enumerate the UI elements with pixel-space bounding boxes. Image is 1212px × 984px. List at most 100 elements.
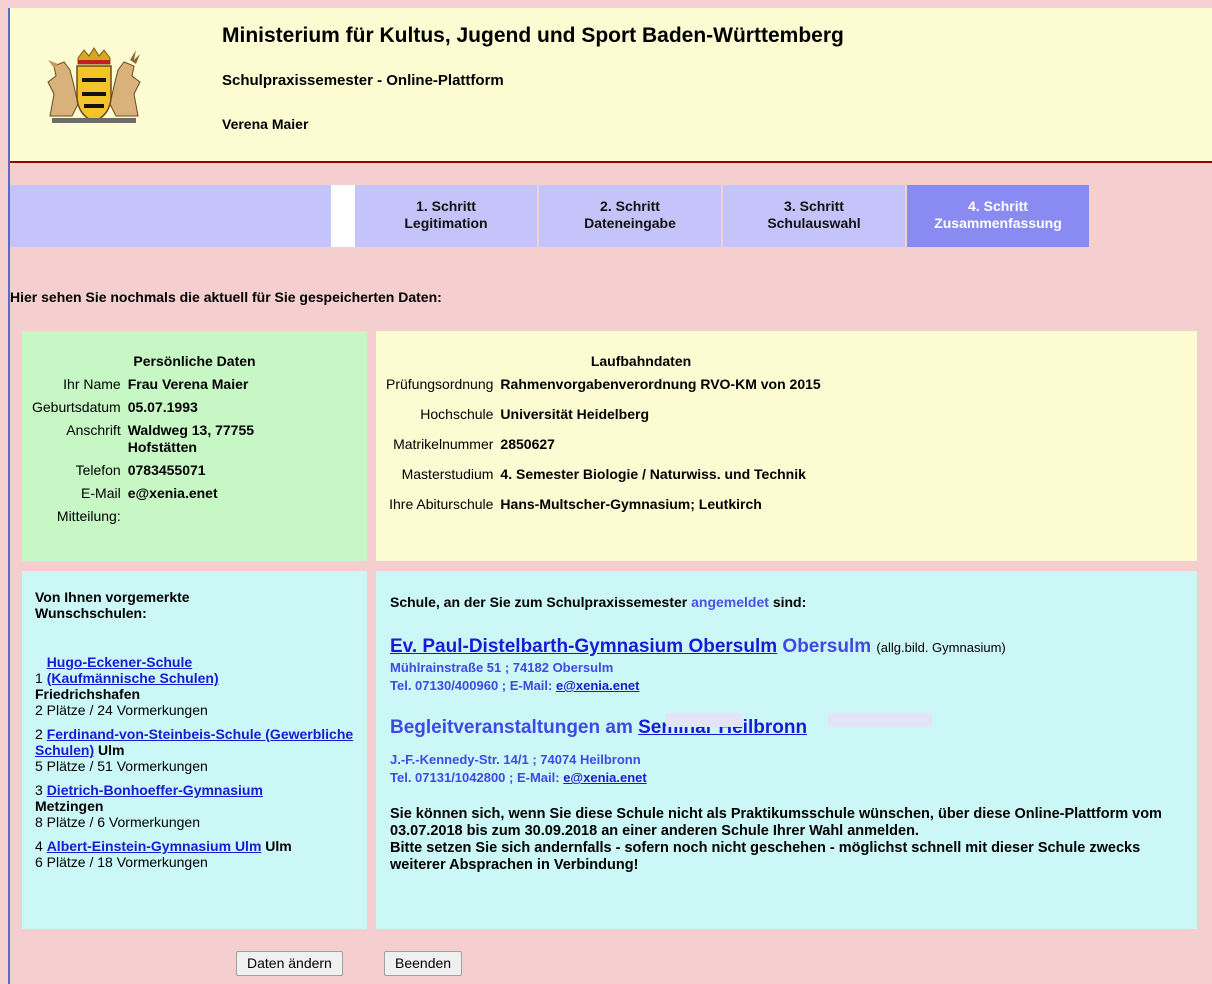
- wish-school-link-4[interactable]: Albert-Einstein-Gymnasium Ulm: [47, 838, 262, 854]
- value-phone: 0783455071: [127, 462, 206, 478]
- tab-step-3-number: 3. Schritt: [784, 198, 844, 214]
- change-school-notice: Sie können sich, wenn Sie diese Schule n…: [390, 806, 1180, 874]
- wish-schools-title: Von Ihnen vorgemerkte Wunschschulen:: [35, 589, 190, 621]
- assigned-school-heading: Ev. Paul-Distelbarth-Gymnasium Obersulm …: [390, 636, 1006, 658]
- wish-school-stats: 6 Plätze / 18 Vormerkungen: [35, 854, 208, 870]
- value-master: 4. Semester Biologie / Naturwiss. und Te…: [500, 466, 806, 482]
- tab-step-1[interactable]: 1. Schritt Legitimation: [355, 185, 537, 247]
- redaction-mask: [666, 713, 742, 727]
- value-email: e@xenia.enet: [127, 485, 218, 501]
- career-row-matriculation: Matrikelnummer 2850627: [384, 426, 823, 456]
- label-name: Ihr Name: [63, 376, 121, 392]
- label-highschool: Ihre Abiturschule: [389, 496, 494, 512]
- platform-subtitle: Schulpraxissemester - Online-Plattform: [222, 72, 504, 89]
- wish-number: 1: [35, 670, 43, 686]
- seminar-email-link[interactable]: e@xenia.enet: [563, 770, 647, 785]
- tab-step-3[interactable]: 3. Schritt Schulauswahl: [723, 185, 905, 247]
- assigned-school-contact: Tel. 07130/400960 ; E-Mail: e@xenia.enet: [390, 677, 639, 694]
- tab-step-1-label: Legitimation: [404, 215, 488, 231]
- tab-step-4[interactable]: 4. Schritt Zusammenfassung: [907, 185, 1089, 247]
- wish-school-stats: 5 Plätze / 51 Vormerkungen: [35, 758, 208, 774]
- wish-school-stats: 8 Plätze / 6 Vormerkungen: [35, 814, 200, 830]
- career-data-panel: Laufbahndaten Prüfungsordnung Rahmenvorg…: [376, 331, 1197, 561]
- career-data-title: Laufbahndaten: [590, 353, 692, 369]
- career-row-university: Hochschule Universität Heidelberg: [384, 396, 823, 426]
- wish-school-link-2[interactable]: Ferdinand-von-Steinbeis-Schule (Gewerbli…: [35, 726, 353, 758]
- value-matriculation: 2850627: [500, 436, 555, 452]
- notice-contact: Bitte setzen Sie sich andernfalls - sofe…: [390, 840, 1141, 873]
- intro-before: Schule, an der Sie zum Schulpraxissemest…: [390, 594, 688, 610]
- personal-data-table: Ihr Name Frau Verena Maier Geburtsdatum …: [30, 373, 296, 528]
- assigned-school-panel: Schule, an der Sie zum Schulpraxissemest…: [376, 571, 1197, 929]
- wish-number: 2: [35, 726, 43, 742]
- seminar-prefix: Begleitveranstaltungen am: [390, 717, 633, 738]
- wish-school-city: Metzingen: [35, 798, 104, 814]
- ministry-title: Ministerium für Kultus, Jugend und Sport…: [222, 24, 844, 47]
- tab-step-4-number: 4. Schritt: [968, 198, 1028, 214]
- intro-after: sind:: [772, 594, 807, 610]
- seminar-phone: Tel. 07131/1042800 ; E-Mail:: [390, 770, 560, 785]
- value-exam-regulation: Rahmenvorgabenverordnung RVO-KM von 2015: [500, 376, 821, 392]
- list-item: 2 Ferdinand-von-Steinbeis-Schule (Gewerb…: [35, 726, 355, 774]
- personal-row-email: E-Mail e@xenia.enet: [30, 482, 296, 505]
- value-university: Universität Heidelberg: [500, 406, 650, 422]
- list-item: 3 Dietrich-Bonhoeffer-Gymnasium Metzinge…: [35, 782, 355, 830]
- label-exam-regulation: Prüfungsordnung: [386, 376, 494, 392]
- label-message: Mitteilung:: [56, 508, 121, 524]
- notice-registration: Sie können sich, wenn Sie diese Schule n…: [390, 806, 1162, 839]
- header: Ministerium für Kultus, Jugend und Sport…: [10, 8, 1212, 163]
- quit-button[interactable]: Beenden: [384, 951, 463, 976]
- value-message: [126, 505, 296, 528]
- value-name: Frau Verena Maier: [127, 376, 249, 392]
- edit-data-button[interactable]: Daten ändern: [236, 951, 343, 976]
- label-address: Anschrift: [66, 422, 121, 438]
- list-item: 4 Albert-Einstein-Gymnasium Ulm Ulm 6 Pl…: [35, 838, 355, 870]
- assigned-school-type: (allg.bild. Gymnasium): [876, 640, 1006, 655]
- label-master: Masterstudium: [401, 466, 494, 482]
- personal-data-title: Persönliche Daten: [133, 353, 256, 369]
- tab-step-4-label: Zusammenfassung: [934, 215, 1062, 231]
- value-address: Waldweg 13, 77755 Hofstätten: [127, 422, 255, 455]
- wish-number: 3: [35, 782, 43, 798]
- personal-row-name: Ihr Name Frau Verena Maier: [30, 373, 296, 396]
- label-matriculation: Matrikelnummer: [393, 436, 494, 452]
- career-row-master: Masterstudium 4. Semester Biologie / Nat…: [384, 456, 823, 486]
- tab-step-3-label: Schulauswahl: [767, 215, 861, 231]
- tab-step-2-label: Dateneingabe: [584, 215, 676, 231]
- tab-step-2-number: 2. Schritt: [600, 198, 660, 214]
- personal-row-address: Anschrift Waldweg 13, 77755 Hofstätten: [30, 419, 296, 459]
- wish-school-link-1[interactable]: Hugo-Eckener-Schule (Kaufmännische Schul…: [47, 654, 247, 686]
- assigned-school-phone: Tel. 07130/400960 ; E-Mail:: [390, 678, 553, 693]
- personal-row-message: Mitteilung:: [30, 505, 296, 528]
- wish-number: 4: [35, 838, 43, 854]
- assigned-school-intro: Schule, an der Sie zum Schulpraxissemest…: [390, 594, 806, 610]
- tab-step-2[interactable]: 2. Schritt Dateneingabe: [539, 185, 721, 247]
- value-birthdate: 05.07.1993: [127, 399, 198, 415]
- wish-school-city: Friedrichshafen: [35, 686, 141, 702]
- value-highschool: Hans-Multscher-Gymnasium; Leutkirch: [500, 496, 762, 512]
- label-email: E-Mail: [81, 485, 121, 501]
- intro-highlight: angemeldet: [691, 594, 769, 610]
- label-phone: Telefon: [75, 462, 121, 478]
- assigned-school-city: Obersulm: [782, 636, 872, 657]
- step-navigation: 1. Schritt Legitimation 2. Schritt Daten…: [10, 185, 1090, 247]
- assigned-school-link[interactable]: Ev. Paul-Distelbarth-Gymnasium Obersulm: [390, 636, 777, 657]
- career-row-exam-regulation: Prüfungsordnung Rahmenvorgabenverordnung…: [384, 373, 823, 396]
- personal-row-birthdate: Geburtsdatum 05.07.1993: [30, 396, 296, 419]
- label-university: Hochschule: [420, 406, 494, 422]
- list-item: 1 Hugo-Eckener-Schule (Kaufmännische Sch…: [35, 654, 355, 718]
- career-data-table: Prüfungsordnung Rahmenvorgabenverordnung…: [384, 373, 823, 516]
- wish-schools-panel: Von Ihnen vorgemerkte Wunschschulen: 1 H…: [22, 571, 367, 929]
- assigned-school-address: Mühlrainstraße 51 ; 74182 Obersulm: [390, 660, 614, 675]
- user-name: Verena Maier: [222, 116, 309, 132]
- career-row-highschool: Ihre Abiturschule Hans-Multscher-Gymnasi…: [384, 486, 823, 516]
- coat-of-arms-icon: [44, 46, 144, 128]
- wish-school-link-3[interactable]: Dietrich-Bonhoeffer-Gymnasium: [47, 782, 263, 798]
- personal-data-panel: Persönliche Daten Ihr Name Frau Verena M…: [22, 331, 367, 561]
- personal-row-phone: Telefon 0783455071: [30, 459, 296, 482]
- redaction-mask: [828, 713, 932, 727]
- wish-school-city: Ulm: [98, 742, 125, 758]
- wish-school-stats: 2 Plätze / 24 Vormerkungen: [35, 702, 208, 718]
- nav-spacer: [10, 185, 331, 247]
- assigned-school-email-link[interactable]: e@xenia.enet: [556, 678, 640, 693]
